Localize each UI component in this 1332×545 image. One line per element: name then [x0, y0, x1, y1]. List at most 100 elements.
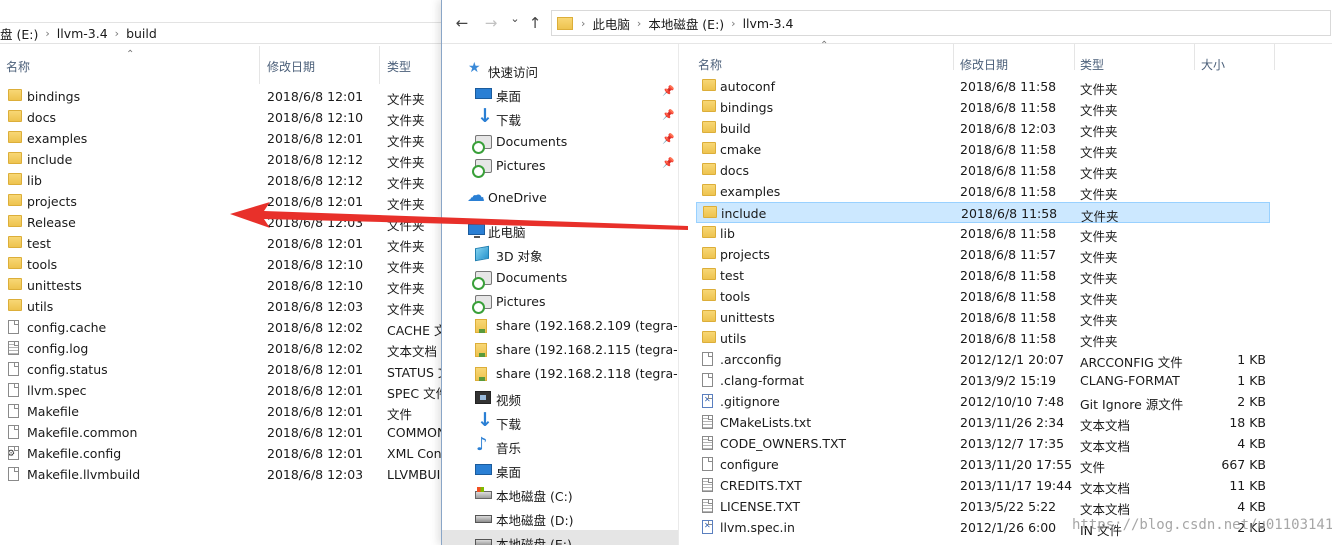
address-breadcrumb[interactable]: › 此电脑 › 本地磁盘 (E:) › llvm-3.4 [551, 10, 1331, 36]
pin-icon[interactable]: 📌 [662, 134, 674, 145]
file-icon [702, 373, 713, 387]
sidebar-item[interactable]: Documents 📌 [442, 130, 678, 154]
list-item[interactable]: autoconf 2018/6/8 11:58 文件夹 [696, 76, 1270, 97]
item-name: tools [720, 289, 751, 304]
sidebar-item[interactable]: Pictures [442, 290, 678, 314]
list-item[interactable]: .arcconfig 2012/12/1 20:07 ARCCONFIG 文件 1 K… [696, 349, 1270, 370]
sidebar-item[interactable]: share (192.168.2.115 (tegra-ubu [442, 338, 678, 362]
column-date[interactable]: 修改日期 [267, 58, 315, 75]
list-item[interactable]: unittests 2018/6/8 12:10 文件夹 [0, 275, 445, 296]
forward-button[interactable]: → [480, 14, 502, 32]
column-name[interactable]: 名称 [6, 58, 30, 75]
list-item[interactable]: .clang-format 2013/9/2 15:19 CLANG-FORMAT 1… [696, 370, 1270, 391]
list-item[interactable]: bindings 2018/6/8 12:01 文件夹 [0, 86, 445, 107]
text-file-icon [702, 499, 713, 513]
list-item[interactable]: examples 2018/6/8 11:58 文件夹 [696, 181, 1270, 202]
list-item[interactable]: unittests 2018/6/8 11:58 文件夹 [696, 307, 1270, 328]
list-item[interactable]: tools 2018/6/8 11:58 文件夹 [696, 286, 1270, 307]
item-type: 文件夹 [1080, 145, 1118, 160]
column-divider[interactable] [379, 46, 380, 84]
text-file-icon [702, 478, 713, 492]
sidebar-item[interactable]: 下载 📌 [442, 105, 678, 130]
sidebar-item[interactable]: 音乐 [442, 434, 678, 458]
crumb-this-pc[interactable]: 此电脑 [587, 14, 635, 33]
list-item[interactable]: utils 2018/6/8 11:58 文件夹 [696, 328, 1270, 349]
sidebar-item[interactable]: 桌面 📌 [442, 82, 678, 106]
list-item[interactable]: CMakeLists.txt 2013/11/26 2:34 文本文档 18 KB [696, 412, 1270, 433]
list-item[interactable]: include 2018/6/8 12:12 文件夹 [0, 149, 445, 170]
crumb-drive[interactable]: 盘 (E:) [0, 24, 43, 43]
crumb-drive-e[interactable]: 本地磁盘 (E:) [643, 14, 729, 33]
column-type[interactable]: 类型 [1080, 56, 1104, 73]
list-item[interactable]: tools 2018/6/8 12:10 文件夹 [0, 254, 445, 275]
sidebar-item[interactable]: 下载 [442, 409, 678, 434]
list-item[interactable]: Release 2018/6/8 12:03 文件夹 [0, 212, 445, 233]
crumb-llvm[interactable]: llvm-3.4 [738, 16, 799, 31]
recent-locations-button[interactable]: ⌄ [504, 12, 526, 25]
column-divider[interactable] [1274, 44, 1275, 70]
crumb-build[interactable]: build [121, 26, 162, 41]
sidebar-item[interactable]: 本地磁盘 (D:) [442, 506, 678, 530]
pin-icon[interactable]: 📌 [662, 158, 674, 169]
list-item[interactable]: include 2018/6/8 11:58 文件夹 [696, 202, 1270, 224]
list-item[interactable]: bindings 2018/6/8 11:58 文件夹 [696, 97, 1270, 118]
pin-icon[interactable]: 📌 [662, 86, 674, 97]
list-item[interactable]: llvm.spec 2018/6/8 12:01 SPEC 文件 [0, 380, 445, 401]
item-name: config.cache [27, 320, 107, 335]
sidebar-item[interactable]: 本地磁盘 (E:) [442, 530, 678, 545]
sidebar-item[interactable]: share (192.168.2.118 (tegra-ubu [442, 362, 678, 386]
list-item[interactable]: projects 2018/6/8 12:01 文件夹 [0, 191, 445, 212]
item-name: unittests [720, 310, 775, 325]
list-item[interactable]: test 2018/6/8 11:58 文件夹 [696, 265, 1270, 286]
sidebar-item[interactable]: 桌面 [442, 458, 678, 482]
column-divider[interactable] [953, 44, 954, 70]
list-item[interactable]: cmake 2018/6/8 11:58 文件夹 [696, 139, 1270, 160]
list-item[interactable]: Makefile.common 2018/6/8 12:01 COMMON [0, 422, 445, 443]
item-type: STATUS 文 [387, 365, 445, 380]
list-item[interactable]: lib 2018/6/8 11:58 文件夹 [696, 223, 1270, 244]
pin-icon[interactable]: 📌 [662, 110, 674, 121]
list-item[interactable]: utils 2018/6/8 12:03 文件夹 [0, 296, 445, 317]
list-item[interactable]: configure 2013/11/20 17:55 文件 667 KB [696, 454, 1270, 475]
list-item[interactable]: Makefile 2018/6/8 12:01 文件 [0, 401, 445, 422]
column-date[interactable]: 修改日期 [960, 56, 1008, 73]
share-icon [475, 343, 487, 357]
item-date: 2018/6/8 12:01 [267, 362, 364, 377]
crumb-llvm[interactable]: llvm-3.4 [52, 26, 113, 41]
column-size[interactable]: 大小 [1201, 56, 1225, 73]
list-item[interactable]: build 2018/6/8 12:03 文件夹 [696, 118, 1270, 139]
sidebar-item[interactable]: OneDrive [442, 185, 678, 210]
list-item[interactable]: CODE_OWNERS.TXT 2013/12/7 17:35 文本文档 4 KB [696, 433, 1270, 454]
column-name[interactable]: 名称 [698, 56, 722, 73]
list-item[interactable]: config.log 2018/6/8 12:02 文本文档 [0, 338, 445, 359]
column-divider[interactable] [1074, 44, 1075, 70]
column-divider[interactable] [1194, 44, 1195, 70]
sidebar-item[interactable]: Documents [442, 266, 678, 290]
up-button[interactable]: ↑ [524, 14, 546, 32]
list-item[interactable]: CREDITS.TXT 2013/11/17 19:44 文本文档 11 KB [696, 475, 1270, 496]
sidebar-item-label: 3D 对象 [496, 249, 543, 264]
back-button[interactable]: ← [451, 14, 473, 32]
list-item[interactable]: lib 2018/6/8 12:12 文件夹 [0, 170, 445, 191]
sidebar-item[interactable]: 本地磁盘 (C:) [442, 482, 678, 506]
sidebar-item[interactable]: 3D 对象 [442, 242, 678, 266]
list-item[interactable]: docs 2018/6/8 12:10 文件夹 [0, 107, 445, 128]
list-item[interactable]: .gitignore 2012/10/10 7:48 Git Ignore 源文件 2… [696, 391, 1270, 412]
left-breadcrumb[interactable]: 盘 (E:) › llvm-3.4 › build [0, 22, 445, 44]
list-item[interactable]: test 2018/6/8 12:01 文件夹 [0, 233, 445, 254]
sidebar-item[interactable]: Pictures 📌 [442, 154, 678, 178]
sidebar-item[interactable]: 快速访问 [442, 58, 678, 82]
list-item[interactable]: projects 2018/6/8 11:57 文件夹 [696, 244, 1270, 265]
list-item[interactable]: LICENSE.TXT 2013/5/22 5:22 文本文档 4 KB [696, 496, 1270, 517]
column-type[interactable]: 类型 [387, 58, 411, 75]
column-divider[interactable] [259, 46, 260, 84]
sidebar-item[interactable]: 视频 [442, 386, 678, 410]
list-item[interactable]: Makefile.llvmbuild 2018/6/8 12:03 LLVMBUI [0, 464, 445, 485]
sidebar-item[interactable]: 此电脑 [442, 218, 678, 242]
sidebar-item[interactable]: share (192.168.2.109 (tegra-ubu [442, 314, 678, 338]
list-item[interactable]: examples 2018/6/8 12:01 文件夹 [0, 128, 445, 149]
list-item[interactable]: config.cache 2018/6/8 12:02 CACHE 文 [0, 317, 445, 338]
list-item[interactable]: config.status 2018/6/8 12:01 STATUS 文 [0, 359, 445, 380]
list-item[interactable]: docs 2018/6/8 11:58 文件夹 [696, 160, 1270, 181]
list-item[interactable]: Makefile.config 2018/6/8 12:01 XML Con [0, 443, 445, 464]
